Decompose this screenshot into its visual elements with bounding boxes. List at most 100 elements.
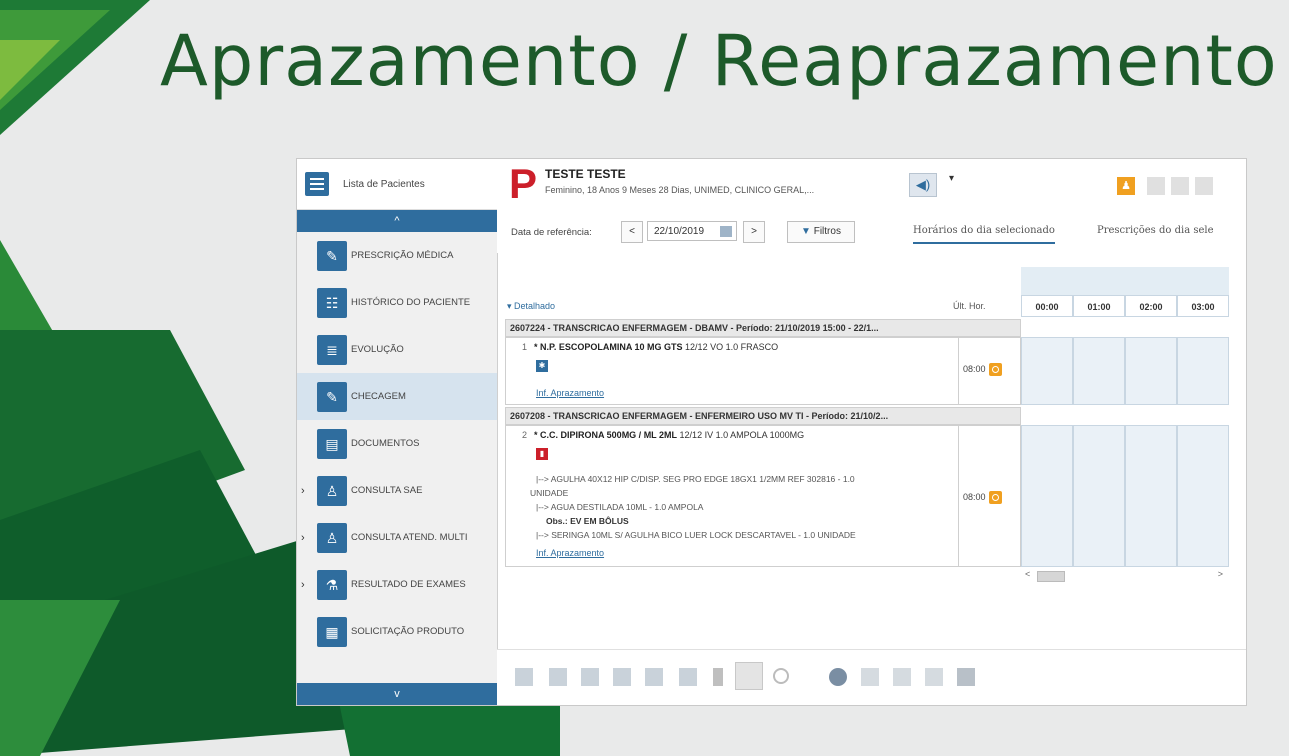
sidebar-item-documentos[interactable]: ▤ DOCUMENTOS — [297, 420, 497, 467]
prescription-row[interactable]: 2 * C.C. DIPIRONA 500MG / ML 2ML 12/12 I… — [505, 425, 1021, 567]
time-band — [1021, 267, 1229, 296]
speaker-icon[interactable]: ◀) — [909, 173, 937, 197]
hour-header: 00:00 — [1021, 295, 1073, 317]
scroll-right-button[interactable]: > — [1218, 569, 1223, 579]
sidebar-item-label: PRESCRIÇÃO MÉDICA — [351, 250, 454, 261]
filter-icon: ▼ — [801, 226, 811, 237]
horizontal-scrollbar[interactable]: < > — [1021, 569, 1229, 583]
sidebar-item-label: CHECAGEM — [351, 391, 406, 402]
hour-header: 01:00 — [1073, 295, 1125, 317]
reference-date-value: 22/10/2019 — [654, 226, 705, 237]
hour-cell[interactable] — [1021, 425, 1073, 567]
app-window: Lista de Pacientes ^ ✎ PRESCRIÇÃO MÉDICA… — [296, 158, 1247, 706]
print-icon[interactable] — [957, 668, 975, 686]
scroll-left-button[interactable]: < — [1025, 569, 1030, 579]
check-all-icon[interactable] — [549, 668, 567, 686]
patient-list-label: Lista de Pacientes — [343, 178, 425, 190]
last-time-cell: 08:00 — [958, 338, 1022, 404]
sidebar-item-checagem[interactable]: ✎ CHECAGEM — [297, 373, 497, 420]
calendar-icon[interactable] — [720, 226, 732, 237]
sidebar-item-evolucao[interactable]: ≣ EVOLUÇÃO — [297, 326, 497, 373]
sidebar-item-historico[interactable]: ☷ HISTÓRICO DO PACIENTE — [297, 279, 497, 326]
hour-cell[interactable] — [1125, 425, 1177, 567]
documents-icon: ▤ — [317, 428, 347, 459]
last-time-value: 08:00 — [963, 364, 986, 374]
cancel-doc-icon[interactable] — [925, 668, 943, 686]
multi-team-icon: ♙ — [317, 522, 347, 553]
delete-icon[interactable] — [713, 668, 723, 686]
suspend-icon[interactable] — [679, 668, 697, 686]
evolution-icon: ≣ — [317, 334, 347, 365]
sidebar-item-consulta-sae[interactable]: › ♙ CONSULTA SAE — [297, 467, 497, 514]
previous-date-button[interactable]: < — [621, 221, 643, 243]
hour-cell[interactable] — [1177, 425, 1229, 567]
expand-arrow-icon[interactable]: › — [301, 532, 305, 544]
drug-dose: 12/12 IV 1.0 AMPOLA 1000MG — [679, 430, 805, 440]
scroll-thumb[interactable] — [1037, 571, 1065, 582]
clock-icon[interactable] — [989, 363, 1002, 376]
reschedule-icon[interactable] — [829, 668, 847, 686]
expand-arrow-icon[interactable]: › — [301, 485, 305, 497]
prescription-number: 2 — [522, 430, 528, 440]
add-check-icon[interactable] — [581, 668, 599, 686]
prescription-row[interactable]: 1 * N.P. ESCOPOLAMINA 10 MG GTS 12/12 VO… — [505, 337, 1021, 405]
sidebar-item-label: CONSULTA ATEND. MULTI — [351, 532, 468, 543]
check-item-icon[interactable] — [515, 668, 533, 686]
action-toolbar — [497, 649, 1246, 705]
next-date-button[interactable]: > — [743, 221, 765, 243]
sidebar-item-solicitacao-produto[interactable]: ▦ SOLICITAÇÃO PRODUTO — [297, 608, 497, 655]
sidebar-item-label: DOCUMENTOS — [351, 438, 420, 449]
sidebar-item-label: EVOLUÇÃO — [351, 344, 404, 355]
last-time-value: 08:00 — [963, 492, 986, 502]
inf-aprazamento-link[interactable]: Inf. Aprazamento — [536, 388, 604, 398]
hour-cell[interactable] — [1073, 425, 1125, 567]
prescription-section-header[interactable]: 2607208 - TRANSCRICAO ENFERMAGEM - ENFER… — [505, 407, 1021, 425]
header-button-1[interactable] — [1147, 177, 1165, 195]
print-check-icon[interactable] — [861, 668, 879, 686]
nurse-icon: ♙ — [317, 475, 347, 506]
speaker-dropdown-icon[interactable]: ▾ — [949, 173, 954, 184]
sidebar-item-label: CONSULTA SAE — [351, 485, 423, 496]
move-icon[interactable] — [893, 668, 911, 686]
schedule-icon[interactable] — [613, 668, 631, 686]
app-logo: P — [509, 160, 538, 207]
hour-cell[interactable] — [1021, 337, 1073, 405]
prescription-icon: ✎ — [317, 240, 347, 271]
link-icon[interactable] — [773, 668, 789, 684]
sidebar-item-prescricao-medica[interactable]: ✎ PRESCRIÇÃO MÉDICA — [297, 232, 497, 279]
sidebar-scroll-down-button[interactable]: v — [297, 683, 497, 705]
hour-header: 03:00 — [1177, 295, 1229, 317]
copy-icon[interactable] — [735, 662, 763, 690]
tab-horarios[interactable]: Horários do dia selecionado — [913, 225, 1055, 244]
tab-prescricoes[interactable]: Prescrições do dia sele — [1097, 225, 1214, 236]
unschedule-icon[interactable] — [645, 668, 663, 686]
sidebar-item-resultado-exames[interactable]: › ⚗ RESULTADO DE EXAMES — [297, 561, 497, 608]
drug-dose: 12/12 VO 1.0 FRASCO — [685, 342, 779, 352]
component-line: |--> SERINGA 10ML S/ AGULHA BICO LUER LO… — [536, 530, 856, 540]
component-line: |--> AGUA DESTILADA 10ML - 1.0 AMPOLA — [536, 502, 704, 512]
expand-arrow-icon[interactable]: › — [301, 579, 305, 591]
detail-toggle[interactable]: ▾ Detalhado — [507, 301, 555, 312]
user-badge-icon[interactable]: ♟ — [1117, 177, 1135, 195]
sidebar-item-label: SOLICITAÇÃO PRODUTO — [351, 626, 465, 637]
hour-cell[interactable] — [1125, 337, 1177, 405]
filter-button[interactable]: ▼ Filtros — [787, 221, 855, 243]
component-line: UNIDADE — [530, 488, 569, 498]
hour-cell[interactable] — [1177, 337, 1229, 405]
detail-label: Detalhado — [514, 301, 556, 311]
component-line: |--> AGULHA 40X12 HIP C/DISP. SEG PRO ED… — [536, 474, 855, 484]
prescription-section-header[interactable]: 2607224 - TRANSCRICAO ENFERMAGEM - DBAMV… — [505, 319, 1021, 337]
sidebar: Lista de Pacientes ^ ✎ PRESCRIÇÃO MÉDICA… — [297, 159, 498, 705]
reference-date-input[interactable]: 22/10/2019 — [647, 221, 737, 241]
sidebar-item-consulta-multi[interactable]: › ♙ CONSULTA ATEND. MULTI — [297, 514, 497, 561]
medication-type-icon: ✱ — [536, 360, 548, 372]
inf-aprazamento-link[interactable]: Inf. Aprazamento — [536, 548, 604, 558]
sidebar-scroll-up-button[interactable]: ^ — [297, 210, 497, 232]
prescription-number: 1 — [522, 342, 528, 352]
hour-cell[interactable] — [1073, 337, 1125, 405]
header-button-3[interactable] — [1195, 177, 1213, 195]
header-button-2[interactable] — [1171, 177, 1189, 195]
date-toolbar: Data de referência: < 22/10/2019 > ▼ Fil… — [497, 209, 1246, 253]
clock-icon[interactable] — [989, 491, 1002, 504]
patient-list-button[interactable]: Lista de Pacientes — [297, 159, 497, 210]
